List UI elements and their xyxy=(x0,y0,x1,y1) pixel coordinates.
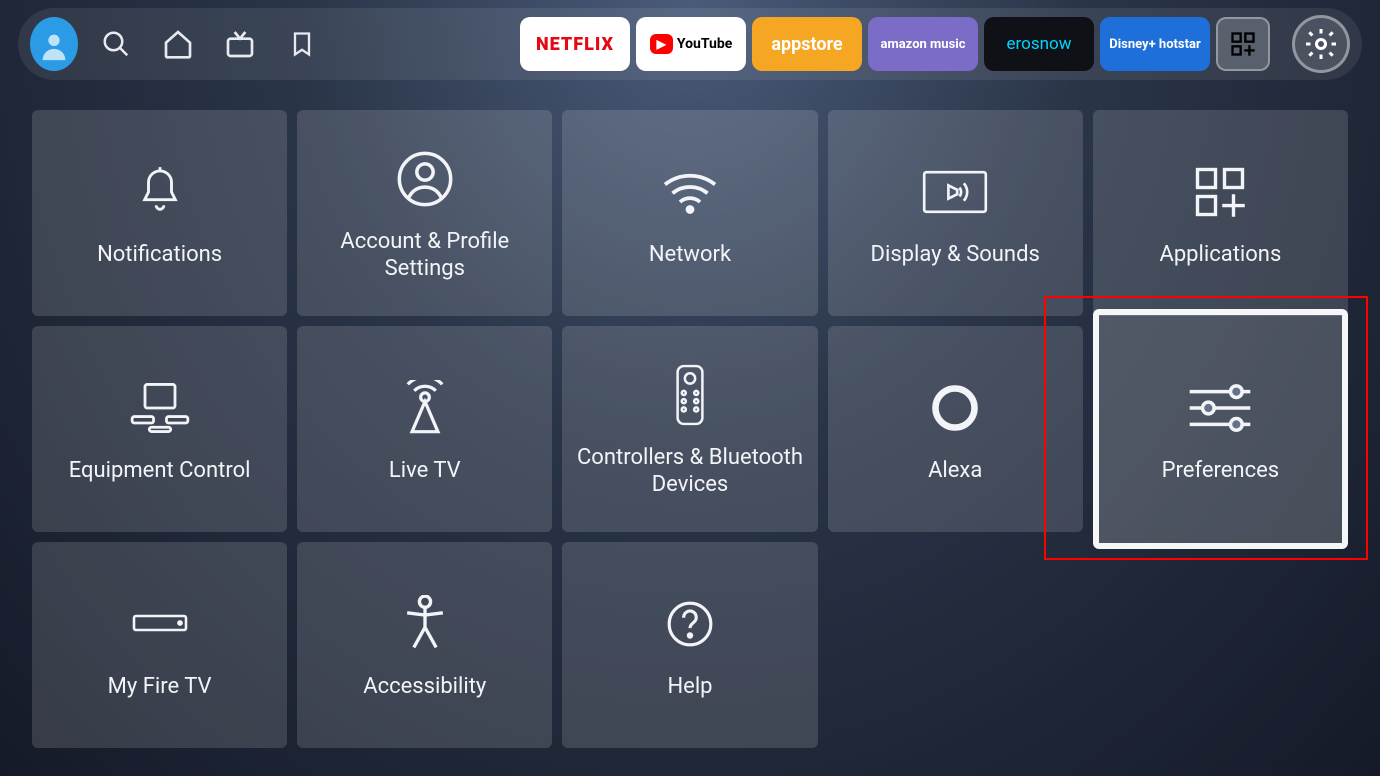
remote-icon xyxy=(675,360,705,430)
tile-network[interactable]: Network xyxy=(562,110,817,316)
tile-label: Applications xyxy=(1159,241,1281,269)
tile-equipment-control[interactable]: Equipment Control xyxy=(32,326,287,532)
fire-tv-box-icon xyxy=(132,589,188,659)
app-netflix[interactable]: NETFLIX xyxy=(520,17,630,71)
user-circle-icon xyxy=(397,144,453,214)
wifi-icon xyxy=(660,157,720,227)
alexa-ring-icon xyxy=(929,373,981,443)
tile-label: Network xyxy=(649,241,731,269)
app-appstore[interactable]: appstore xyxy=(752,17,862,71)
accessibility-icon xyxy=(402,589,448,659)
live-tv-button[interactable] xyxy=(216,20,264,68)
tile-alexa[interactable]: Alexa xyxy=(828,326,1083,532)
profile-avatar-icon xyxy=(30,17,78,71)
tile-preferences[interactable]: Preferences xyxy=(1093,309,1348,549)
search-button[interactable] xyxy=(92,20,140,68)
tile-label: Alexa xyxy=(928,457,982,485)
app-amazon-music[interactable]: amazon music xyxy=(868,17,978,71)
app-erosnow[interactable]: erosnow xyxy=(984,17,1094,71)
tile-label: Notifications xyxy=(97,241,222,269)
all-apps-button[interactable] xyxy=(1216,17,1270,71)
tile-accessibility[interactable]: Accessibility xyxy=(297,542,552,748)
gear-icon xyxy=(1303,26,1339,62)
grid-plus-icon xyxy=(1229,30,1257,58)
app-youtube-label: YouTube xyxy=(677,36,732,52)
bookmarks-button[interactable] xyxy=(278,20,326,68)
tile-account-profile[interactable]: Account & Profile Settings xyxy=(297,110,552,316)
top-navigation-bar: NETFLIX ▶YouTube appstore amazon music e… xyxy=(18,8,1362,80)
tile-display-sounds[interactable]: Display & Sounds xyxy=(828,110,1083,316)
tv-volume-icon xyxy=(922,157,988,227)
tile-notifications[interactable]: Notifications xyxy=(32,110,287,316)
broadcast-icon xyxy=(398,373,452,443)
help-icon xyxy=(665,589,715,659)
app-shortcuts: NETFLIX ▶YouTube appstore amazon music e… xyxy=(520,17,1270,71)
profile-button[interactable] xyxy=(30,20,78,68)
tile-label: Controllers & Bluetooth Devices xyxy=(574,444,805,499)
tile-label: Preferences xyxy=(1162,457,1279,485)
home-button[interactable] xyxy=(154,20,202,68)
grid-plus-icon xyxy=(1193,157,1247,227)
tile-label: Account & Profile Settings xyxy=(309,228,540,283)
settings-grid: Notifications Account & Profile Settings… xyxy=(32,110,1348,748)
app-disney-hotstar[interactable]: Disney+ hotstar xyxy=(1100,17,1210,71)
app-youtube[interactable]: ▶YouTube xyxy=(636,17,746,71)
tile-label: Live TV xyxy=(389,457,461,485)
tile-label: Help xyxy=(667,673,712,701)
bell-icon xyxy=(137,157,183,227)
tile-applications[interactable]: Applications xyxy=(1093,110,1348,316)
tile-label: Equipment Control xyxy=(69,457,251,485)
settings-button[interactable] xyxy=(1292,15,1350,73)
tile-label: Accessibility xyxy=(363,673,486,701)
tile-live-tv[interactable]: Live TV xyxy=(297,326,552,532)
tile-my-fire-tv[interactable]: My Fire TV xyxy=(32,542,287,748)
tile-controllers-bluetooth[interactable]: Controllers & Bluetooth Devices xyxy=(562,326,817,532)
tile-label: Display & Sounds xyxy=(871,241,1040,269)
tile-label: My Fire TV xyxy=(108,673,212,701)
equipment-icon xyxy=(130,373,190,443)
sliders-icon xyxy=(1185,373,1255,443)
tile-help[interactable]: Help xyxy=(562,542,817,748)
